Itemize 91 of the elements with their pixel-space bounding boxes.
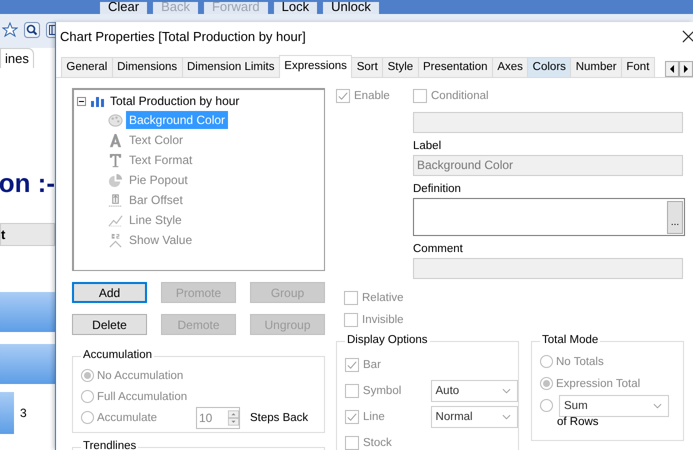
chevron-down-icon[interactable] [502, 388, 511, 394]
tab[interactable]: Expressions [278, 55, 352, 78]
field-label: Comment [413, 243, 463, 255]
group-title: Accumulation [81, 349, 154, 361]
radio-button[interactable] [81, 390, 94, 403]
tree-item[interactable]: Line Style [126, 211, 185, 229]
browse-button[interactable]: ... [667, 200, 683, 234]
radio-label: No Accumulation [97, 370, 184, 382]
sheet-bar [0, 292, 55, 332]
condition-field[interactable] [413, 112, 683, 133]
checkbox[interactable] [345, 384, 359, 398]
tab[interactable]: Number [570, 57, 622, 77]
sheet-bar [0, 344, 55, 384]
radio-button[interactable] [540, 355, 553, 368]
radio-label: Accumulate [97, 412, 158, 424]
group-title: Total Mode [540, 334, 600, 346]
checkbox[interactable] [336, 89, 350, 103]
close-icon[interactable] [682, 30, 693, 42]
checkbox[interactable] [344, 313, 358, 327]
bar-offset-icon [108, 192, 123, 208]
radio-label: Full Accumulation [97, 390, 188, 402]
dropdown[interactable]: Auto [430, 380, 518, 402]
palette-icon [108, 112, 123, 128]
tab[interactable]: Font [620, 57, 655, 77]
checkbox[interactable] [345, 410, 359, 424]
dropdown[interactable]: Sum [559, 394, 669, 416]
tab[interactable]: General [61, 57, 113, 77]
field-label: Definition [413, 183, 461, 195]
tab[interactable]: Dimensions [112, 57, 183, 77]
checkbox-label: Stock [363, 436, 393, 448]
checkbox[interactable] [344, 291, 358, 305]
checkbox-label: Bar [363, 358, 382, 370]
radio-button[interactable] [540, 377, 553, 390]
comment-field[interactable] [413, 258, 683, 279]
tree-item[interactable]: Pie Popout [126, 171, 191, 189]
dialog-button[interactable]: Delete [72, 314, 147, 335]
tree-item[interactable]: Total Production by hour [110, 94, 240, 108]
tab[interactable]: Dimension Limits [182, 57, 280, 77]
sheet-heading: on :- [0, 168, 55, 199]
definition-field[interactable]: ... [413, 198, 685, 236]
tree-item[interactable]: Text Color [126, 131, 186, 149]
window-title: Chart Properties [Total Production by hour] [60, 28, 306, 44]
scroll-right-icon[interactable] [679, 61, 693, 77]
sheet-bar [0, 392, 14, 434]
collapse-icon[interactable] [77, 96, 86, 106]
line-icon [108, 212, 123, 228]
sheet-value: 3 [20, 406, 27, 420]
search-icon[interactable] [24, 22, 40, 38]
chevron-down-icon[interactable] [653, 402, 662, 408]
steps-spinner[interactable]: 10 [196, 406, 240, 428]
radio-label: Expression Total [556, 378, 640, 390]
checkbox-label: Enable [354, 90, 390, 102]
sheet-tab[interactable]: ines [0, 48, 34, 68]
label-field[interactable]: Background Color [413, 155, 683, 176]
checkbox-label: Conditional [431, 90, 489, 102]
checkbox-label: Invisible [362, 314, 404, 326]
radio-button[interactable] [540, 399, 553, 412]
letter-icon [108, 132, 123, 148]
bar-chart-icon [90, 95, 106, 107]
checkbox-label: Relative [362, 292, 404, 304]
tab[interactable]: Axes [492, 57, 528, 77]
checkbox[interactable] [413, 89, 427, 103]
chevron-down-icon[interactable] [502, 414, 511, 420]
checkbox-label: Symbol [362, 384, 402, 396]
dialog-button[interactable]: Add [72, 282, 147, 303]
pie-icon [108, 172, 123, 188]
checkbox[interactable] [345, 358, 359, 372]
spin-arrows-icon[interactable] [228, 408, 239, 426]
tree-item[interactable]: Text Format [126, 151, 196, 169]
column-header: t [0, 223, 55, 246]
dropdown[interactable]: Normal [430, 406, 518, 428]
tab[interactable]: Presentation [418, 57, 493, 77]
of-rows-label: of Rows [557, 416, 600, 428]
group-title: Trendlines [81, 440, 138, 450]
steps-label: Steps Back [250, 412, 308, 424]
tab[interactable]: Colors [527, 57, 572, 77]
letter-icon [108, 152, 123, 168]
radio-button[interactable] [81, 411, 94, 424]
group-title: Display Options [345, 334, 430, 346]
tree-item[interactable]: Bar Offset [126, 191, 186, 209]
field-label: Label [413, 140, 442, 152]
tree-item[interactable]: Show Value [126, 231, 196, 249]
star-icon[interactable] [2, 22, 18, 38]
scroll-left-icon[interactable] [665, 61, 679, 77]
tab[interactable]: Style [382, 57, 419, 77]
radio-label: No Totals [556, 356, 604, 368]
checkbox-label: Line [363, 410, 386, 422]
tab[interactable]: Sort [351, 57, 384, 77]
radio-button[interactable] [81, 369, 94, 382]
checkbox[interactable] [345, 436, 359, 450]
value-icon [108, 232, 123, 248]
